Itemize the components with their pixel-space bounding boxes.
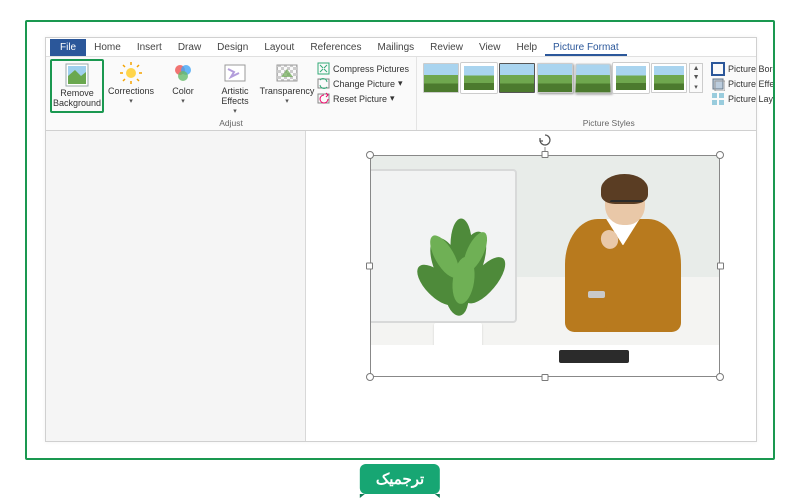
picture-border-button[interactable]: Picture Border ▾ [707, 61, 775, 76]
picture-styles-gallery: ▲ ▼ ▾ [421, 59, 705, 97]
reset-picture-button[interactable]: Reset Picture ▾ [314, 91, 412, 106]
dropdown-caret-icon: ▾ [390, 93, 395, 104]
tab-draw[interactable]: Draw [170, 39, 209, 56]
resize-handle-t[interactable] [542, 151, 549, 158]
style-thumb-7[interactable] [651, 63, 687, 93]
artistic-effects-label: Artistic Effects [212, 87, 258, 107]
tab-layout[interactable]: Layout [256, 39, 302, 56]
tab-view[interactable]: View [471, 39, 509, 56]
style-thumb-6[interactable] [613, 63, 649, 93]
remove-background-button[interactable]: Remove Background [52, 61, 102, 111]
picture-layout-icon [710, 92, 725, 105]
gallery-more-button[interactable]: ▾ [690, 83, 702, 92]
gallery-down-button[interactable]: ▼ [690, 73, 702, 82]
group-picture-styles: ▲ ▼ ▾ Picture Border ▾ Pic [417, 57, 775, 130]
tab-insert[interactable]: Insert [129, 39, 170, 56]
picture-effects-icon [710, 77, 725, 90]
transparency-button[interactable]: Transparency ▾ [262, 59, 312, 107]
style-thumb-5[interactable] [574, 64, 611, 94]
tab-help[interactable]: Help [508, 39, 545, 56]
photo-person [531, 174, 698, 363]
dropdown-caret-icon: ▾ [285, 97, 289, 105]
tutorial-frame: File Home Insert Draw Design Layout Refe… [25, 20, 775, 460]
resize-handle-br[interactable] [716, 373, 724, 381]
tab-home[interactable]: Home [86, 39, 129, 56]
style-thumb-1[interactable] [423, 63, 459, 93]
transparency-icon [275, 61, 299, 85]
group-label-adjust: Adjust [50, 117, 412, 130]
highlight-remove-background: Remove Background [50, 59, 104, 113]
corrections-button[interactable]: Corrections ▾ [106, 59, 156, 107]
corrections-label: Corrections [108, 87, 154, 97]
resize-handle-tr[interactable] [716, 151, 724, 159]
picture-layout-label: Picture Layout [728, 94, 775, 104]
color-label: Color [172, 87, 194, 97]
gallery-scroll: ▲ ▼ ▾ [689, 63, 703, 93]
tab-design[interactable]: Design [209, 39, 256, 56]
resize-handle-bl[interactable] [366, 373, 374, 381]
document-page[interactable] [306, 131, 756, 441]
tab-mailings[interactable]: Mailings [369, 39, 422, 56]
picture-effects-button[interactable]: Picture Effects ▾ [707, 76, 775, 91]
reset-picture-label: Reset Picture [333, 94, 387, 104]
picture-effects-label: Picture Effects [728, 79, 775, 89]
resize-handle-b[interactable] [542, 374, 549, 381]
style-thumb-4[interactable] [537, 63, 573, 93]
word-window: File Home Insert Draw Design Layout Refe… [45, 37, 757, 442]
tab-review[interactable]: Review [422, 39, 471, 56]
tab-references[interactable]: References [302, 39, 369, 56]
remove-background-label: Remove Background [53, 89, 101, 109]
style-thumb-3[interactable] [499, 63, 535, 93]
photo-placeholder [371, 156, 719, 376]
brightness-icon [119, 61, 143, 85]
change-picture-label: Change Picture [333, 79, 395, 89]
change-picture-icon [317, 77, 330, 90]
navigation-pane[interactable] [46, 131, 306, 441]
rotate-handle[interactable] [538, 133, 552, 147]
dropdown-caret-icon: ▾ [129, 97, 133, 105]
reset-picture-icon [317, 92, 330, 105]
document-area [46, 131, 756, 441]
color-button[interactable]: Color ▾ [158, 59, 208, 107]
picture-content [370, 155, 720, 377]
watermark-logo: ترجمیک [360, 464, 440, 494]
resize-handle-tl[interactable] [366, 151, 374, 159]
dropdown-caret-icon: ▾ [181, 97, 185, 105]
photo-tablet [559, 350, 629, 363]
dropdown-caret-icon: ▾ [233, 107, 237, 115]
ribbon: Remove Background Corrections ▾ [46, 57, 756, 131]
gallery-up-button[interactable]: ▲ [690, 64, 702, 73]
tab-file[interactable]: File [50, 39, 86, 56]
picture-border-label: Picture Border [728, 64, 775, 74]
resize-handle-l[interactable] [366, 263, 373, 270]
ribbon-tabs: File Home Insert Draw Design Layout Refe… [46, 38, 756, 57]
compress-label: Compress Pictures [333, 64, 409, 74]
style-thumb-2[interactable] [461, 63, 497, 93]
photo-desk [371, 345, 719, 376]
dropdown-caret-icon: ▾ [398, 78, 403, 89]
picture-layout-button[interactable]: Picture Layout ▾ [707, 91, 775, 106]
resize-handle-r[interactable] [717, 263, 724, 270]
change-picture-button[interactable]: Change Picture ▾ [314, 76, 412, 91]
artistic-effects-button[interactable]: Artistic Effects ▾ [210, 59, 260, 117]
artistic-effects-icon [223, 61, 247, 85]
color-icon [171, 61, 195, 85]
transparency-label: Transparency [260, 87, 315, 97]
remove-background-icon [65, 63, 89, 87]
group-label-picture-styles: Picture Styles [421, 117, 775, 130]
picture-border-icon [710, 62, 725, 75]
compress-pictures-button[interactable]: Compress Pictures [314, 61, 412, 76]
tab-picture-format[interactable]: Picture Format [545, 39, 627, 56]
selected-picture[interactable] [370, 155, 720, 377]
photo-plant [402, 209, 520, 328]
group-adjust: Remove Background Corrections ▾ [46, 57, 417, 130]
compress-icon [317, 62, 330, 75]
